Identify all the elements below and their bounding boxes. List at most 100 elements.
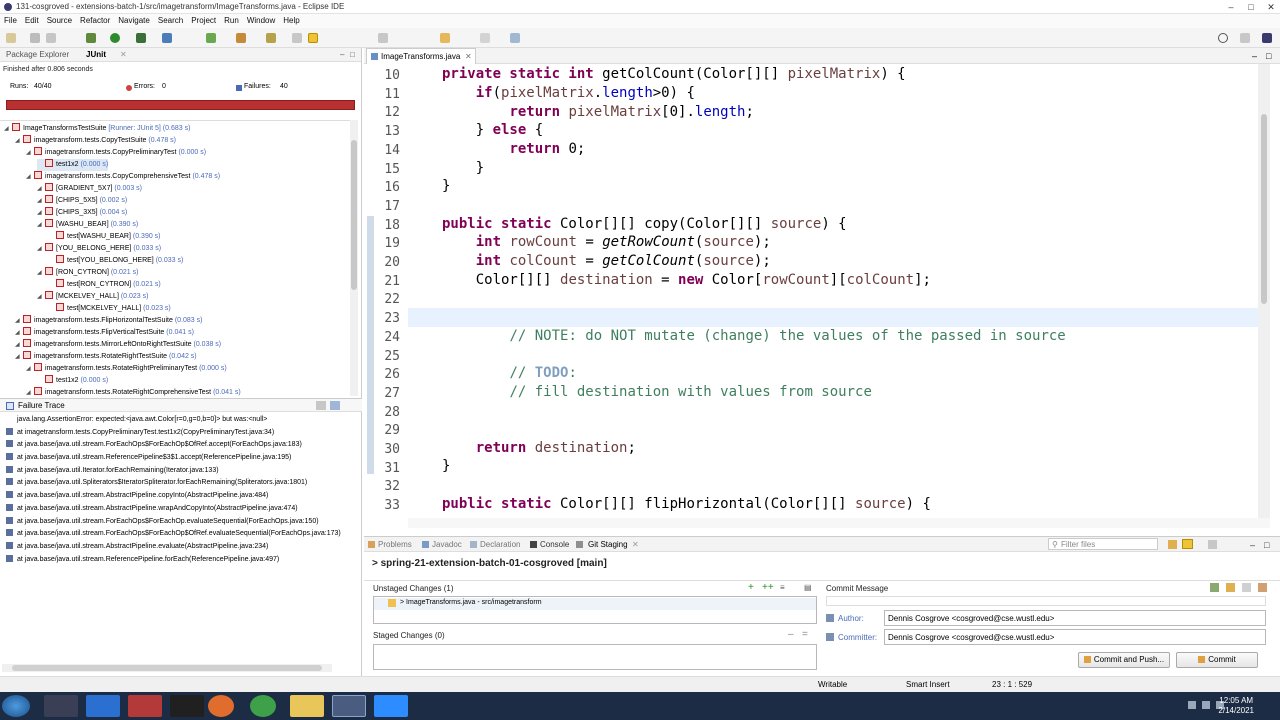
trace-line[interactable]: at java.base/java.util.Iterator.forEachR… (0, 465, 362, 478)
menu-source[interactable]: Source (43, 14, 76, 25)
list-item[interactable]: > ImageTransforms.java - src/imagetransf… (374, 598, 816, 610)
test-tree-item[interactable]: test1x2 (0.000 s) (37, 375, 108, 387)
close-git-staging-icon[interactable]: ✕ (632, 540, 639, 549)
coverage-icon[interactable] (136, 33, 146, 43)
author-field[interactable]: Dennis Cosgrove <cosgroved@cse.wustl.edu… (884, 610, 1266, 626)
rubymine-taskbar-icon[interactable] (170, 695, 204, 717)
menu-navigate[interactable]: Navigate (114, 14, 154, 25)
tab-junit[interactable]: JUnit (86, 50, 106, 59)
maximize-view-icon[interactable]: □ (350, 50, 355, 59)
expand-toggle-icon[interactable]: ◢ (15, 339, 23, 351)
editor-vscrollbar[interactable] (1258, 64, 1270, 518)
debug-icon[interactable] (86, 33, 96, 43)
close-button[interactable]: ✕ (1262, 1, 1280, 13)
test-tree-item[interactable]: ◢ imagetransform.tests.CopyTestSuite (0.4… (15, 135, 176, 147)
editor-hscrollbar[interactable] (408, 518, 1270, 528)
committer-field[interactable]: Dennis Cosgrove <cosgroved@cse.wustl.edu… (884, 629, 1266, 645)
trace-line[interactable]: at java.base/java.util.stream.AbstractPi… (0, 541, 362, 554)
search-toolbar-icon[interactable] (266, 33, 276, 43)
forward-icon[interactable] (480, 33, 490, 43)
expand-toggle-icon[interactable]: ◢ (37, 219, 45, 231)
next-annotation-icon[interactable] (292, 33, 302, 43)
expand-toggle-icon[interactable]: ◢ (37, 183, 45, 195)
expand-toggle-icon[interactable]: ◢ (37, 291, 45, 303)
editor-vscrollbar-thumb[interactable] (1261, 114, 1267, 304)
start-button-icon[interactable] (2, 695, 30, 717)
expand-toggle-icon[interactable]: ◢ (15, 135, 23, 147)
commit-message-input[interactable] (826, 596, 1266, 606)
minimize-view-icon[interactable]: – (340, 50, 344, 59)
minimize-button[interactable]: – (1222, 1, 1240, 13)
test-tree-item[interactable]: ◢ imagetransform.tests.FlipHorizontalTest… (15, 315, 202, 327)
eclipse-taskbar-icon[interactable] (44, 695, 78, 717)
trace-line[interactable]: at java.base/java.util.stream.ForEachOps… (0, 528, 362, 541)
trace-line[interactable]: at java.base/java.util.stream.ForEachOps… (0, 516, 362, 529)
test-tree-item[interactable]: test[YOU_BELONG_HERE] (0.033 s) (48, 255, 183, 267)
taskbar-clock[interactable]: 12:05 AM 2/14/2021 (1218, 696, 1254, 716)
filter-stack-icon[interactable] (316, 401, 326, 410)
test-tree-item[interactable]: ◢ [RON_CYTRON] (0.021 s) (37, 267, 138, 279)
network-icon[interactable] (1202, 701, 1210, 709)
unstaged-changes-list[interactable]: > ImageTransforms.java - src/imagetransf… (373, 596, 817, 624)
menu-refactor[interactable]: Refactor (76, 14, 114, 25)
test-tree-item[interactable]: test1x2 (0.000 s) (37, 159, 109, 171)
expand-toggle-icon[interactable]: ◢ (26, 147, 34, 159)
menu-window[interactable]: Window (243, 14, 279, 25)
save-icon[interactable] (30, 33, 40, 43)
trace-hscrollbar-thumb[interactable] (12, 665, 322, 671)
stage-selected-icon[interactable]: + (748, 582, 754, 593)
menu-edit[interactable]: Edit (21, 14, 43, 25)
tab-javadoc[interactable]: Javadoc (432, 540, 462, 549)
save-all-icon[interactable] (46, 33, 56, 43)
expand-toggle-icon[interactable]: ◢ (26, 387, 34, 396)
pin-editor-icon[interactable] (510, 33, 520, 43)
test-tree-item[interactable]: ◢ ImageTransformsTestSuite [Runner: JUnit… (4, 123, 190, 135)
commit-msg-tool-icon[interactable] (1210, 583, 1219, 592)
tab-problems[interactable]: Problems (378, 540, 412, 549)
trace-line[interactable]: at imagetransform.tests.CopyPreliminaryT… (0, 427, 362, 440)
collapse-icon[interactable]: ▤ (804, 583, 812, 592)
firefox-taskbar-icon[interactable] (208, 695, 234, 717)
file-explorer-taskbar-icon[interactable] (290, 695, 324, 717)
presentation-icon[interactable] (1208, 540, 1217, 549)
tab-console[interactable]: Console (540, 540, 569, 549)
back-icon[interactable] (440, 33, 450, 43)
test-tree-item[interactable]: ◢ imagetransform.tests.CopyPreliminaryTes… (26, 147, 206, 159)
expand-toggle-icon[interactable]: ◢ (15, 351, 23, 363)
test-tree-item[interactable]: ◢ [CHIPS_5X5] (0.002 s) (37, 195, 127, 207)
search-icon[interactable] (1218, 33, 1228, 43)
staged-changes-list[interactable] (373, 644, 817, 670)
trace-line[interactable]: at java.base/java.util.stream.AbstractPi… (0, 490, 362, 503)
maximize-bottom-icon[interactable]: □ (1264, 540, 1269, 550)
stage-all-icon[interactable]: ++ (762, 582, 774, 593)
test-tree-item[interactable]: ◢ imagetransform.tests.RotateRightCompreh… (26, 387, 241, 396)
trace-line[interactable]: java.lang.AssertionError: expected:<java… (0, 414, 362, 427)
vscode-taskbar-icon[interactable] (86, 695, 120, 717)
unstage-selected-icon[interactable]: – (788, 629, 794, 640)
trace-line[interactable]: at java.base/java.util.stream.ReferenceP… (0, 554, 362, 567)
test-tree-item[interactable]: ◢ [WASHU_BEAR] (0.390 s) (37, 219, 138, 231)
test-tree-item[interactable]: ◢ imagetransform.tests.RotateRightPrelimi… (26, 363, 227, 375)
new-icon[interactable] (6, 33, 16, 43)
close-icon[interactable]: ✕ (120, 50, 127, 59)
trace-line[interactable]: at java.base/java.util.stream.ReferenceP… (0, 452, 362, 465)
test-tree-item[interactable]: test[WASHU_BEAR] (0.390 s) (48, 231, 161, 243)
view-menu-icon[interactable]: ≡ (780, 583, 785, 592)
expand-toggle-icon[interactable]: ◢ (37, 195, 45, 207)
trace-hscrollbar[interactable] (2, 664, 332, 672)
commit-button[interactable]: Commit (1176, 652, 1258, 668)
commit-and-push-button[interactable]: Commit and Push... (1078, 652, 1170, 668)
eclipse-active-taskbar-icon[interactable] (332, 695, 366, 717)
test-tree-item[interactable]: ◢ [MCKELVEY_HALL] (0.023 s) (37, 291, 148, 303)
tab-declaration[interactable]: Declaration (480, 540, 520, 549)
expand-toggle-icon[interactable]: ◢ (15, 315, 23, 327)
trace-line[interactable]: at java.base/java.util.Spliterators$Iter… (0, 477, 362, 490)
expand-toggle-icon[interactable]: ◢ (15, 327, 23, 339)
expand-toggle-icon[interactable]: ◢ (37, 207, 45, 219)
test-tree-item[interactable]: ◢ imagetransform.tests.FlipVerticalTestSu… (15, 327, 194, 339)
filter-files-input[interactable]: ⚲ Filter files (1048, 538, 1158, 550)
maximize-editor-icon[interactable]: □ (1266, 51, 1271, 61)
trace-line[interactable]: at java.base/java.util.stream.ForEachOps… (0, 439, 362, 452)
chrome-taskbar-icon[interactable] (250, 695, 276, 717)
test-tree-item[interactable]: test[MCKELVEY_HALL] (0.023 s) (48, 303, 171, 315)
